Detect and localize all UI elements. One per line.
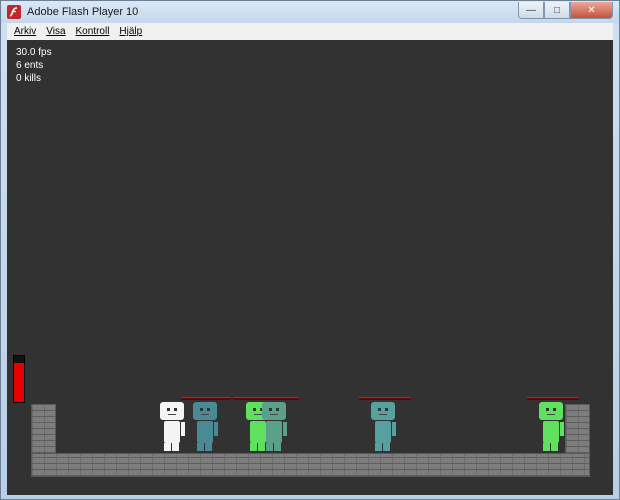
character-leg [205,443,212,451]
character-mouth [270,414,278,415]
menu-hjalp[interactable]: Hjälp [114,26,147,37]
right-wall [565,404,590,454]
character-leg [172,443,179,451]
flash-player-window: Adobe Flash Player 10 — □ ✕ Arkiv Visa K… [0,0,620,500]
character-leg [375,443,382,451]
character-mouth [254,414,262,415]
character-eye [553,408,556,411]
character-head [262,402,286,420]
character-leg [551,443,558,451]
character-eye [269,408,272,411]
character-head [193,402,217,420]
enemy-health-bar [233,397,299,400]
minimize-button[interactable]: — [518,2,544,19]
character-body [197,421,213,443]
character-arm [214,422,218,436]
character-eye [167,408,170,411]
character-eye [253,408,256,411]
kill-counter: 0 kills [16,73,42,84]
hud: 30.0 fps 6 ents 0 kills [16,46,52,85]
character-eye [385,408,388,411]
character-eye [276,408,279,411]
enemy-character [262,402,288,452]
enemy-health-bar [527,397,579,400]
character-leg [164,443,171,451]
enemy-health-bar [359,397,411,400]
window-title: Adobe Flash Player 10 [27,6,139,18]
character-head [539,402,563,420]
enemy-character [539,402,565,452]
character-eye [200,408,203,411]
character-head [160,402,184,420]
enemy-health-bar [181,397,231,400]
character-leg [197,443,204,451]
flash-player-icon [7,5,21,19]
window-controls: — □ ✕ [518,2,613,20]
floor [31,453,590,477]
menu-bar: Arkiv Visa Kontroll Hjälp [7,23,613,40]
character-body [375,421,391,443]
character-mouth [201,414,209,415]
character-body [543,421,559,443]
character-arm [392,422,396,436]
menu-kontroll[interactable]: Kontroll [71,26,115,37]
character-leg [543,443,550,451]
character-head [371,402,395,420]
character-body [266,421,282,443]
character-eye [546,408,549,411]
player-character [160,402,186,452]
player-health-fill [14,362,24,402]
entity-counter: 6 ents [16,60,44,71]
character-leg [266,443,273,451]
game-stage[interactable]: 30.0 fps 6 ents 0 kills [7,40,613,495]
character-mouth [379,414,387,415]
maximize-icon: □ [553,4,561,16]
character-arm [181,422,185,436]
character-body [164,421,180,443]
enemy-character [371,402,397,452]
maximize-button[interactable]: □ [544,2,570,19]
character-leg [383,443,390,451]
character-leg [274,443,281,451]
character-eye [378,408,381,411]
left-wall [31,404,56,454]
title-bar[interactable]: Adobe Flash Player 10 — □ ✕ [1,1,619,23]
menu-visa[interactable]: Visa [41,26,70,37]
close-icon: ✕ [587,4,596,16]
character-leg [250,443,257,451]
character-mouth [168,414,176,415]
character-arm [283,422,287,436]
enemy-character [193,402,219,452]
character-eye [207,408,210,411]
minimize-icon: — [526,4,536,16]
fps-counter: 30.0 fps [16,47,52,58]
close-button[interactable]: ✕ [570,2,613,19]
character-arm [560,422,564,436]
character-eye [174,408,177,411]
player-health-bar [13,355,25,403]
menu-arkiv[interactable]: Arkiv [9,26,41,37]
character-mouth [547,414,555,415]
